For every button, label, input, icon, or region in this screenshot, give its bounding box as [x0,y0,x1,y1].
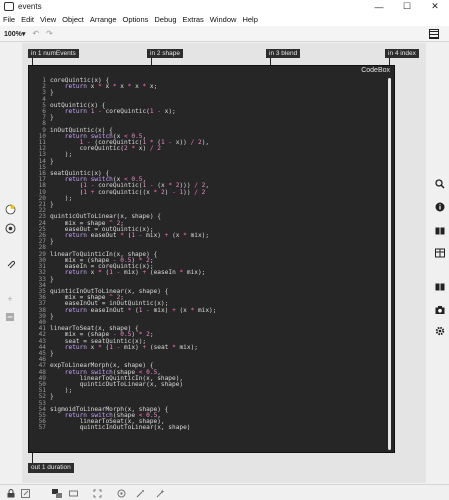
code-text: return easeInOut * (1 - mix) + (x * mix)… [64,306,217,314]
toolbar: 100%▾ ↶ ↷ [0,26,449,42]
book-icon[interactable] [434,225,446,237]
menu-window[interactable]: Window [210,15,237,24]
inlet-blend[interactable]: in 3 blend [266,49,301,58]
debug-icon[interactable] [116,488,126,498]
code-line: 57 quinticInOutToLinear(x, shape) [33,425,383,431]
code-text: } [50,89,54,97]
app-icon [4,2,14,11]
info-icon[interactable] [434,201,446,213]
code-text: return x * (1 - mix) + (seat * mix); [64,343,198,351]
code-text: } [50,349,54,357]
zoom-level: 100% [4,30,22,38]
lock-icon[interactable] [6,488,16,498]
code-text: (1 + coreQuintic((x * 2) - 1)) / 2 [50,188,206,196]
menu-object[interactable]: Object [62,15,84,24]
code-text: quinticInOutToLinear(x, shape) [50,424,191,432]
inlet-connector [151,58,152,65]
window-controls: — ☐ ✕ [365,0,449,13]
search-icon[interactable] [434,178,446,190]
plus-icon[interactable]: + [4,293,16,305]
code-text: } [50,312,54,320]
outlet-duration[interactable]: out 1 duration [28,463,74,473]
minimize-button[interactable]: — [365,0,393,13]
codebox-scrollbar[interactable] [388,78,391,450]
inlet-connector [32,58,33,65]
layers-icon[interactable] [68,488,78,498]
close-button[interactable]: ✕ [421,0,449,13]
menu-file[interactable]: File [3,15,15,24]
book2-icon[interactable] [434,281,446,293]
code-text: } [50,157,54,165]
left-sidebar: + [0,43,20,483]
target-icon[interactable] [4,222,16,234]
code-text: } [50,201,54,209]
code-text: } [50,114,54,122]
code-text: } [50,275,54,283]
menu-extras[interactable]: Extras [183,15,204,24]
menu-debug[interactable]: Debug [154,15,176,24]
inlet-shape[interactable]: in 2 shape [147,49,183,58]
codebox-title: CodeBox [361,67,390,74]
code-text: return x * x * x * x * x; [64,83,158,91]
window-title: events [18,2,42,11]
zoom-select[interactable]: 100%▾ [4,30,25,38]
presentation-icon[interactable] [20,488,30,498]
minus-icon[interactable] [4,311,16,323]
inlet-index[interactable]: in 4 index [385,49,419,58]
inlet-connector [270,58,271,65]
menu-bar: File Edit View Object Arrange Options De… [0,13,449,26]
menu-help[interactable]: Help [242,15,257,24]
code-text: return x * (1 - mix) + (easeIn * mix); [64,269,206,277]
menu-arrange[interactable]: Arrange [90,15,117,24]
camera-icon[interactable] [434,304,446,316]
gear-icon[interactable] [434,325,446,337]
wand-icon[interactable] [135,488,145,498]
code-text: } [50,393,54,401]
grid-icon[interactable] [52,488,62,498]
undo-icon[interactable]: ↶ [32,29,39,38]
status-bar [0,484,449,500]
redo-icon[interactable]: ↷ [46,29,53,38]
menu-view[interactable]: View [40,15,56,24]
right-sidebar [429,43,449,483]
line-number: 57 [38,424,46,432]
table-icon[interactable] [434,247,446,259]
palette-icon[interactable] [4,203,16,215]
maximize-button[interactable]: ☐ [393,0,421,13]
code-text: return 1 - coreQuintic(1 - x); [64,108,176,116]
inlet-numevents[interactable]: in 1 numEvents [28,49,79,58]
chevron-down-icon: ▾ [21,30,26,38]
code-text: } [50,238,54,246]
codebox[interactable]: CodeBox 1 coreQuintic(x) {2 return x * x … [28,65,395,453]
outlet-connector [32,453,33,463]
paperclip-icon[interactable] [4,257,16,269]
inlet-connector [389,58,390,65]
menu-options[interactable]: Options [123,15,149,24]
title-bar: events — ☐ ✕ [0,0,449,13]
menu-edit[interactable]: Edit [21,15,34,24]
sparkle-icon[interactable] [155,488,165,498]
code-editor[interactable]: 1 coreQuintic(x) {2 return x * x * x * x … [33,77,383,432]
code-text: return easeOut * (1 - mix) + (x * mix); [64,232,210,240]
frame-icon[interactable] [92,488,102,498]
grid-view-icon[interactable] [429,29,439,39]
